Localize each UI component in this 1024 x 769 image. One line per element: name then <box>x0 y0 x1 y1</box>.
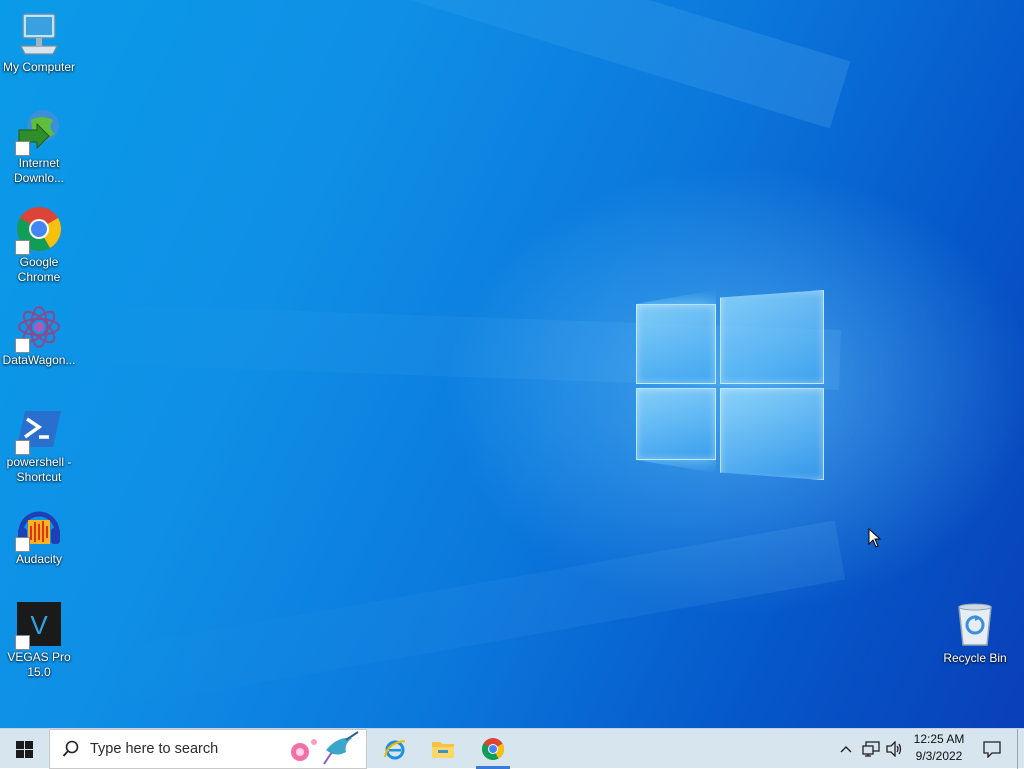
wallpaper-beam <box>102 0 851 129</box>
windows-start-icon <box>15 740 33 758</box>
wallpaper-beam <box>106 520 846 709</box>
audacity-icon <box>15 502 63 552</box>
svg-text:V: V <box>30 610 48 640</box>
action-center-button[interactable] <box>976 729 1008 769</box>
taskbar-internet-explorer[interactable] <box>372 729 418 769</box>
volume-button[interactable] <box>884 729 906 769</box>
hummingbird-flower-icon <box>291 731 359 765</box>
desktop-icon-my-computer[interactable]: My Computer <box>0 10 78 75</box>
search-icon <box>62 740 79 757</box>
desktop-icon-label: VEGAS Pro 15.0 <box>7 650 71 679</box>
clock-date: 9/3/2022 <box>915 749 963 763</box>
notification-icon <box>983 741 1001 758</box>
desktop-icon-label: powershell - Shortcut <box>6 455 72 484</box>
internet-explorer-icon <box>384 740 406 760</box>
clock[interactable]: 12:25 AM 9/3/2022 <box>904 731 974 765</box>
desktop-icon-audacity[interactable]: Audacity <box>0 502 78 567</box>
taskbar-search-box[interactable]: Type here to search <box>49 729 367 769</box>
shortcut-arrow-icon <box>15 240 30 255</box>
chrome-icon <box>482 738 504 760</box>
windows-logo-wallpaper <box>636 290 824 480</box>
desktop-icon-recycle-bin[interactable]: Recycle Bin <box>936 601 1014 666</box>
desktop-icon-label: DataWagon... <box>2 353 76 367</box>
network-icon <box>862 741 880 757</box>
file-explorer-icon <box>432 742 454 758</box>
shortcut-arrow-icon <box>15 537 30 552</box>
chevron-up-icon <box>840 746 852 753</box>
desktop-icon-label: Internet Downlo... <box>13 156 65 185</box>
desktop-icon-label: Google Chrome <box>17 255 61 284</box>
internet-download-manager-icon <box>15 106 63 156</box>
show-hidden-icons-button[interactable] <box>836 729 856 769</box>
desktop-icon-vegas-pro[interactable]: V VEGAS Pro 15.0 <box>0 600 78 680</box>
desktop-icon-label: My Computer <box>2 60 76 74</box>
network-button[interactable] <box>860 729 882 769</box>
desktop-icon-label: Audacity <box>15 552 63 566</box>
datawagon-icon <box>15 303 63 353</box>
shortcut-arrow-icon <box>15 338 30 353</box>
search-placeholder: Type here to search <box>90 741 219 757</box>
shortcut-arrow-icon <box>15 141 30 156</box>
desktop-icon-label: Recycle Bin <box>943 651 1007 665</box>
chrome-icon <box>15 205 63 255</box>
shortcut-arrow-icon <box>15 635 30 650</box>
desktop[interactable]: My Computer Internet Downlo... Google Ch… <box>0 0 1024 728</box>
recycle-bin-icon <box>951 601 999 649</box>
desktop-icon-internet-download-manager[interactable]: Internet Downlo... <box>0 106 78 186</box>
vegas-pro-icon: V <box>15 600 63 650</box>
desktop-icon-google-chrome[interactable]: Google Chrome <box>0 205 78 285</box>
mouse-cursor-icon <box>868 528 882 548</box>
taskbar: Type here to search 12:25 AM 9/3/2022 <box>0 728 1024 769</box>
computer-icon <box>15 10 63 58</box>
start-button[interactable] <box>0 729 48 769</box>
taskbar-google-chrome[interactable] <box>470 729 516 769</box>
desktop-icon-powershell[interactable]: powershell - Shortcut <box>0 405 78 485</box>
shortcut-arrow-icon <box>15 440 30 455</box>
clock-time: 12:25 AM <box>913 732 965 746</box>
desktop-icon-datawagon[interactable]: DataWagon... <box>0 303 78 368</box>
speaker-icon <box>886 741 902 757</box>
powershell-icon <box>15 405 63 455</box>
taskbar-file-explorer[interactable] <box>420 729 466 769</box>
show-desktop-button[interactable] <box>1017 729 1018 769</box>
